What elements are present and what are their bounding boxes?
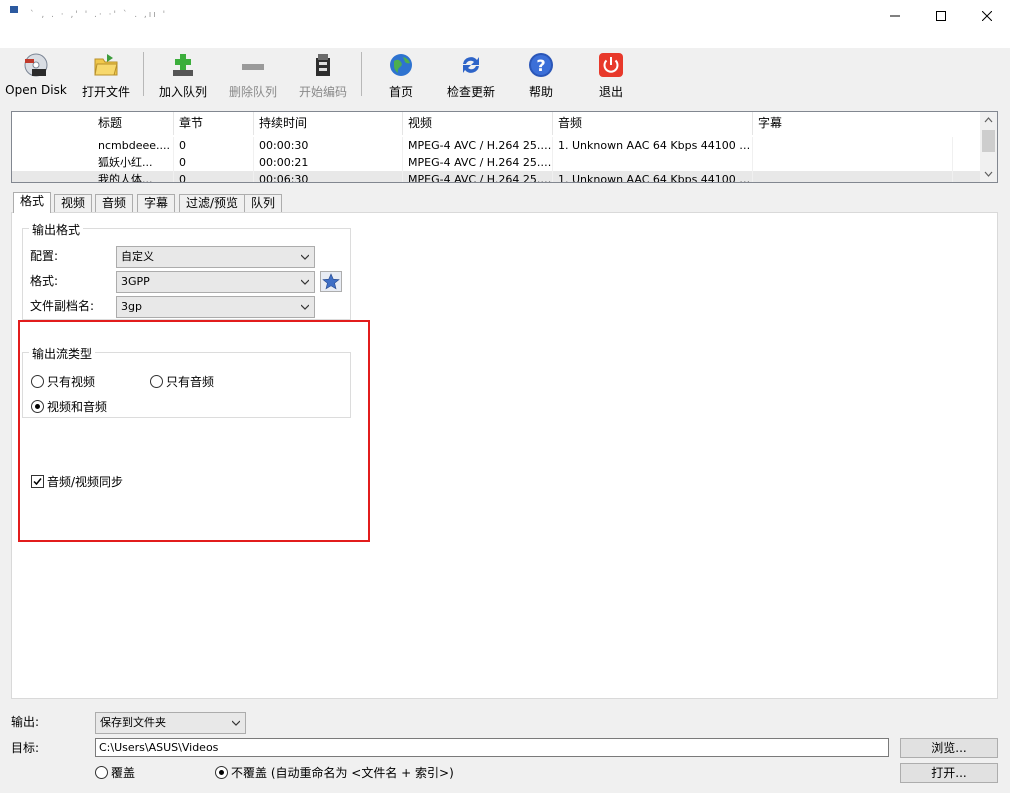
open-folder-button[interactable]: 打开... <box>900 763 998 783</box>
svg-text:?: ? <box>536 56 545 75</box>
remove-queue-icon <box>240 52 266 78</box>
output-select[interactable]: 保存到文件夹 <box>95 712 246 734</box>
refresh-icon <box>458 52 484 78</box>
source-list[interactable]: 标题 章节 持续时间 视频 音频 字幕 ncmbdeee.... 0 00:00… <box>11 111 998 183</box>
folder-icon <box>93 52 119 78</box>
globe-icon <box>388 52 414 78</box>
cell-video: MPEG-4 AVC / H.264 25.0... <box>403 171 553 182</box>
open-file-button[interactable]: 打开文件 <box>76 50 136 100</box>
chevron-down-icon <box>232 720 240 726</box>
close-icon <box>982 11 992 21</box>
cell-subtitle <box>753 137 953 154</box>
cell-chapter: 0 <box>174 171 254 182</box>
toolbar: Open Disk 打开文件 加入队列 删除队列 开始编码 首页 检查更新 ? … <box>0 48 1010 104</box>
cell-title: ncmbdeee.... <box>93 137 174 154</box>
scrollbar-thumb[interactable] <box>982 130 995 152</box>
chevron-down-icon <box>301 254 309 260</box>
cell-duration: 00:00:21 <box>254 154 403 171</box>
chevron-down-icon <box>301 304 309 310</box>
cell-subtitle <box>753 154 953 171</box>
cell-subtitle <box>753 171 953 182</box>
power-icon <box>598 52 624 78</box>
highlight-box <box>18 320 370 542</box>
chevron-down-icon <box>301 279 309 285</box>
disc-icon <box>23 52 49 78</box>
minimize-icon <box>890 15 900 17</box>
table-row[interactable]: 狐妖小红... 0 00:00:21 MPEG-4 AVC / H.264 25… <box>12 154 982 171</box>
remove-from-queue-button[interactable]: 删除队列 <box>223 50 283 100</box>
cell-title: 狐妖小红... <box>93 154 174 171</box>
target-path-input[interactable]: C:\Users\ASUS\Videos <box>95 738 889 757</box>
toolbar-separator <box>143 52 144 96</box>
cell-duration: 00:06:30 <box>254 171 403 182</box>
column-header-video[interactable]: 视频 <box>403 112 553 135</box>
tab-queue[interactable]: 队列 <box>244 194 283 213</box>
check-update-button[interactable]: 检查更新 <box>441 50 501 100</box>
maximize-button[interactable] <box>918 0 964 32</box>
toolbar-separator <box>361 52 362 96</box>
favorite-button[interactable] <box>320 271 342 292</box>
cell-chapter: 0 <box>174 154 254 171</box>
radio-overwrite[interactable]: 覆盖 <box>95 764 135 781</box>
table-row[interactable]: 我的人体... 0 00:06:30 MPEG-4 AVC / H.264 25… <box>12 171 982 182</box>
app-icon <box>9 5 19 15</box>
cell-title: 我的人体... <box>93 171 174 182</box>
close-button[interactable] <box>964 0 1010 32</box>
column-header-subtitle[interactable]: 字幕 <box>753 112 953 135</box>
exit-button[interactable]: 退出 <box>586 50 636 100</box>
cell-duration: 00:00:30 <box>254 137 403 154</box>
cell-audio: 1. Unknown AAC 64 Kbps 44100 Hz ... <box>553 137 753 154</box>
vertical-scrollbar[interactable] <box>980 112 997 182</box>
column-header-audio[interactable]: 音频 <box>553 112 753 135</box>
config-select[interactable]: 自定义 <box>116 246 315 268</box>
column-header-chapter[interactable]: 章节 <box>174 112 254 135</box>
tab-audio[interactable]: 音频 <box>95 194 134 213</box>
format-select[interactable]: 3GPP <box>116 271 315 293</box>
add-to-queue-button[interactable]: 加入队列 <box>153 50 213 100</box>
add-queue-icon <box>170 52 196 78</box>
cell-audio: 1. Unknown AAC 64 Kbps 44100 Hz ... <box>553 171 753 182</box>
tab-format[interactable]: 格式 <box>13 192 52 213</box>
format-label: 格式: <box>30 274 59 288</box>
tab-filter-preview[interactable]: 过滤/预览 <box>179 194 246 213</box>
column-header-title[interactable]: 标题 <box>93 112 174 135</box>
scroll-up-icon[interactable] <box>980 114 997 126</box>
cell-audio <box>553 154 753 171</box>
home-button[interactable]: 首页 <box>376 50 426 100</box>
extension-select[interactable]: 3gp <box>116 296 315 318</box>
open-disk-button[interactable]: Open Disk <box>4 50 68 100</box>
help-button[interactable]: ? 帮助 <box>516 50 566 100</box>
star-icon <box>322 273 340 290</box>
encode-icon <box>310 52 336 78</box>
output-format-group-title: 输出格式 <box>29 221 84 238</box>
title-bar: ` , . · ,' ' .· ·' ` . ,ıı ' <box>0 0 1010 48</box>
extension-label: 文件副档名: <box>30 299 95 313</box>
cell-chapter: 0 <box>174 137 254 154</box>
window-title-scribble: ` , . · ,' ' .· ·' ` . ,ıı ' <box>30 10 168 20</box>
output-label: 输出: <box>11 715 40 729</box>
table-row[interactable]: ncmbdeee.... 0 00:00:30 MPEG-4 AVC / H.2… <box>12 137 982 154</box>
maximize-icon <box>936 11 946 21</box>
column-header-duration[interactable]: 持续时间 <box>254 112 403 135</box>
target-label: 目标: <box>11 741 40 755</box>
scroll-down-icon[interactable] <box>980 168 997 180</box>
cell-video: MPEG-4 AVC / H.264 25.0... <box>403 137 553 154</box>
radio-no-overwrite[interactable]: 不覆盖 (自动重命名为 <文件名 + 索引>) <box>215 764 454 781</box>
tab-subtitle[interactable]: 字幕 <box>137 194 176 213</box>
start-encode-button[interactable]: 开始编码 <box>293 50 353 100</box>
tab-video[interactable]: 视频 <box>54 194 93 213</box>
cell-video: MPEG-4 AVC / H.264 25.0... <box>403 154 553 171</box>
config-label: 配置: <box>30 249 59 263</box>
help-icon: ? <box>528 52 554 78</box>
browse-button[interactable]: 浏览... <box>900 738 998 758</box>
minimize-button[interactable] <box>872 0 918 32</box>
